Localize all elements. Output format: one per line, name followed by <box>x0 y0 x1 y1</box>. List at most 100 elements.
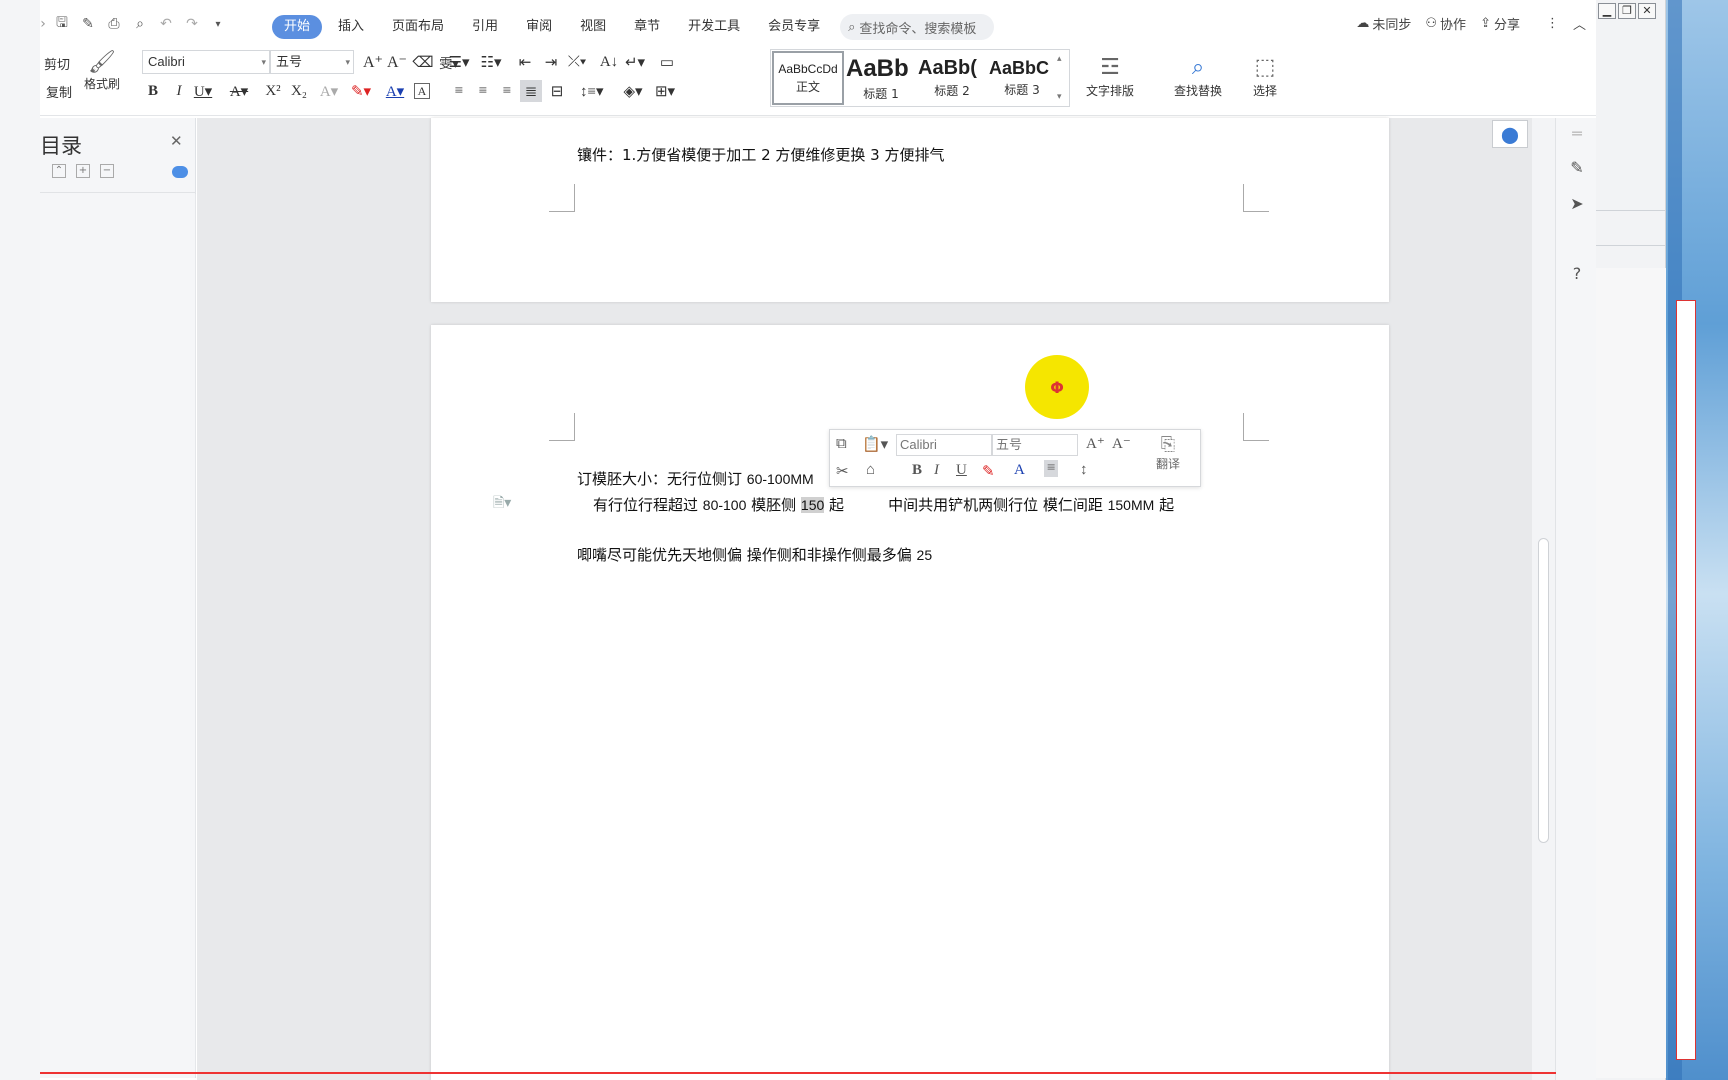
style-heading-2[interactable]: AaBb( 标题 2 <box>917 50 987 106</box>
distribute-icon[interactable]: ⊟ <box>546 80 568 102</box>
expand-icon[interactable]: + <box>76 164 90 178</box>
close-icon[interactable]: ✕ <box>170 132 183 150</box>
bold-icon[interactable]: B <box>142 80 164 102</box>
font-name-select[interactable]: Calibri ▾ <box>142 50 270 74</box>
pen-icon[interactable]: ✎ <box>1566 156 1588 178</box>
help-icon[interactable]: ? <box>1566 262 1588 284</box>
italic-icon[interactable]: I <box>168 80 190 102</box>
show-marks-icon[interactable]: ↵▾ <box>624 51 646 73</box>
copy-icon[interactable]: ⧉ <box>836 435 847 453</box>
font-color-icon[interactable]: A <box>1014 462 1025 479</box>
justify-icon[interactable]: ≣ <box>520 80 542 102</box>
print-preview-icon[interactable]: ⌕ <box>130 14 150 34</box>
line-spacing-icon[interactable]: ↕≡▾ <box>580 80 604 102</box>
chevron-icon[interactable]: › <box>40 14 46 34</box>
style-gallery-scroll[interactable]: ▴ ▾ <box>1057 50 1069 106</box>
find-replace-button[interactable]: ⌕ 查找替换 <box>1174 52 1222 99</box>
highlight-icon[interactable]: ✎▾ <box>350 80 372 102</box>
font-size-select[interactable]: 五号 ▾ <box>270 50 354 74</box>
save-icon[interactable]: 🖫 <box>52 14 72 34</box>
doc-line-mold-size[interactable]: 订模胚大小：无行位侧订 60-100MM <box>577 468 814 489</box>
customize-chevron-icon[interactable]: ▾ <box>208 14 228 34</box>
underline-icon[interactable]: U <box>956 462 967 479</box>
style-heading-3[interactable]: AaBbC 标题 3 <box>987 50 1057 106</box>
doc-line-slider[interactable]: 有行位行程超过 80-100 模胚侧 150 起中间共用铲机两侧行位 模仁间距 … <box>593 494 1174 515</box>
mini-size-select[interactable]: 五号 <box>992 434 1078 456</box>
paste-icon[interactable]: 📋▾ <box>862 435 888 454</box>
collapse-ribbon-icon[interactable]: ︿ <box>1573 14 1586 33</box>
tab-review[interactable]: 审阅 <box>512 15 566 39</box>
align-icon[interactable]: ≡ <box>1044 460 1059 477</box>
format-painter-icon[interactable]: ⌂ <box>866 462 875 479</box>
undo-icon[interactable]: ↶ <box>156 14 176 34</box>
select-button[interactable]: ⬚ 选择 <box>1250 52 1280 99</box>
sort-icon[interactable]: A↓ <box>598 51 620 73</box>
char-border-icon[interactable]: A <box>414 83 430 99</box>
toc-toggle-icon[interactable] <box>172 166 188 178</box>
decrease-indent-icon[interactable]: ⇤ <box>514 51 536 73</box>
clear-format-icon[interactable]: ⌫ <box>412 51 434 73</box>
tab-home[interactable]: 开始 <box>272 15 323 39</box>
locate-button[interactable]: ⬤ <box>1492 120 1528 148</box>
mini-font-select[interactable]: Calibri <box>896 434 992 456</box>
vertical-scrollbar[interactable] <box>1532 118 1555 1080</box>
subscript-icon[interactable]: X₂ <box>288 80 310 102</box>
doc-line-sprue[interactable]: 唧嘴尽可能优先天地侧偏 操作侧和非操作侧最多偏 25 <box>577 544 932 565</box>
cut-icon[interactable]: ✂ <box>836 462 849 481</box>
format-painter-icon[interactable]: ✎ <box>78 14 98 34</box>
sync-button[interactable]: ☁ 未同步 <box>1356 14 1411 33</box>
restore-icon[interactable]: ❐ <box>1618 3 1636 19</box>
line-spacing-icon[interactable]: ↕ <box>1080 462 1088 479</box>
print-icon[interactable]: ⎙ <box>104 14 124 34</box>
copy-button[interactable]: 复制 <box>46 82 72 101</box>
tab-chapter[interactable]: 章节 <box>620 15 674 39</box>
minimize-icon[interactable]: ▁ <box>1598 3 1616 19</box>
format-painter-button[interactable]: 🖌 格式刷 <box>84 50 120 92</box>
table-grid-icon[interactable]: ▭ <box>656 51 678 73</box>
text-effect-icon[interactable]: A▾ <box>318 80 340 102</box>
tab-member[interactable]: 会员专享 <box>754 15 834 39</box>
style-heading-1[interactable]: AaBb 标题 1 <box>845 50 917 106</box>
font-color-icon[interactable]: A▾ <box>384 80 406 102</box>
highlight-icon[interactable]: ✎ <box>982 462 995 481</box>
cut-button[interactable]: 剪切 <box>44 54 70 73</box>
tab-references[interactable]: 引用 <box>458 15 512 39</box>
tab-developer[interactable]: 开发工具 <box>674 15 754 39</box>
align-right-icon[interactable]: ≡ <box>496 80 518 102</box>
tab-view[interactable]: 视图 <box>566 15 620 39</box>
close-icon[interactable]: ✕ <box>1638 3 1656 19</box>
select-cursor-icon[interactable]: ➤ <box>1566 192 1588 214</box>
paragraph-menu-icon[interactable]: 🗎▾ <box>493 492 511 516</box>
doc-line-inserts[interactable]: 镶件：1.方便省模便于加工 2 方便维修更换 3 方便排气 <box>577 144 944 165</box>
style-normal[interactable]: AaBbCcDd 正文 <box>772 51 844 105</box>
collapse-up-icon[interactable]: ⌃ <box>52 164 66 178</box>
grow-font-icon[interactable]: A⁺ <box>1086 434 1105 453</box>
bullet-list-icon[interactable]: ☰▾ <box>448 51 470 73</box>
share-button[interactable]: ⇪ 分享 <box>1480 14 1520 33</box>
borders-icon[interactable]: ⊞▾ <box>654 80 676 102</box>
tab-page-layout[interactable]: 页面布局 <box>378 15 458 39</box>
more-icon[interactable]: ⋮ <box>1546 16 1559 31</box>
text-layout-button[interactable]: ☲ 文字排版 <box>1086 52 1134 99</box>
shrink-font-icon[interactable]: A⁻ <box>1112 434 1131 453</box>
align-center-icon[interactable]: ≡ <box>472 80 494 102</box>
underline-icon[interactable]: U▾ <box>192 80 214 102</box>
increase-indent-icon[interactable]: ⇥ <box>540 51 562 73</box>
collapse-icon[interactable]: − <box>100 164 114 178</box>
tab-insert[interactable]: 插入 <box>324 15 378 39</box>
numbered-list-icon[interactable]: ☷▾ <box>480 51 502 73</box>
grow-font-icon[interactable]: A⁺ <box>362 51 384 73</box>
scrollbar-thumb[interactable] <box>1538 538 1549 843</box>
italic-icon[interactable]: I <box>934 462 939 479</box>
align-left-icon[interactable]: ≡ <box>448 80 470 102</box>
translate-button[interactable]: ⎘ 翻译 <box>1142 434 1194 472</box>
collapse-icon[interactable]: ═ <box>1566 122 1588 144</box>
collab-button[interactable]: ⚇ 协作 <box>1425 14 1466 33</box>
redo-icon[interactable]: ↷ <box>182 14 202 34</box>
shading-icon[interactable]: ◈▾ <box>622 80 644 102</box>
background-window-controls[interactable]: ▁ ❐ ✕ <box>1598 3 1656 19</box>
strikethrough-icon[interactable]: A▾ <box>228 80 250 102</box>
shrink-font-icon[interactable]: A⁻ <box>386 51 408 73</box>
bold-icon[interactable]: B <box>912 462 922 479</box>
command-search[interactable]: ⌕ 查找命令、搜索模板 <box>840 14 995 40</box>
